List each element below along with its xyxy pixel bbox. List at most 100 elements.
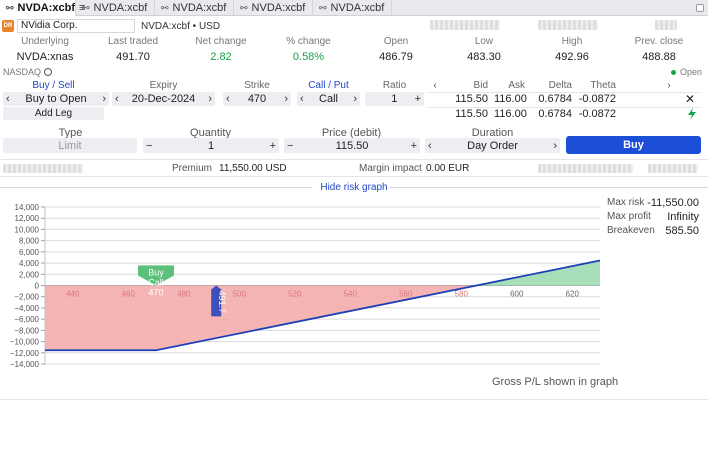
divider xyxy=(0,159,708,160)
breakeven-label: Breakeven xyxy=(607,225,655,236)
chevron-right-icon[interactable]: › xyxy=(284,93,288,105)
tab-nvda-5[interactable]: ⚯ NVDA:xcbf xyxy=(313,0,392,16)
chevron-right-icon[interactable]: › xyxy=(353,93,357,105)
premium-label: Premium xyxy=(172,163,213,174)
price-marker-label: 491.7 xyxy=(217,291,227,314)
quote-header: Last traded xyxy=(107,36,159,47)
max-profit-value: Infinity xyxy=(667,211,699,223)
net-change-value: 2.82 xyxy=(210,51,232,63)
tab-nvda-1[interactable]: ⚯ NVDA:xcbf ≡ xyxy=(0,0,85,16)
tab-label: NVDA:xcbf xyxy=(330,2,385,14)
buy-button[interactable]: Buy xyxy=(566,136,701,154)
chevron-right-icon[interactable]: › xyxy=(102,93,106,105)
window-control-icon[interactable] xyxy=(696,4,704,12)
status-dot-icon xyxy=(670,70,676,75)
chevron-right-icon[interactable]: › xyxy=(208,93,212,105)
strike-marker-label: Buy xyxy=(148,267,164,277)
margin-impact-value: 0.00 EUR xyxy=(426,163,470,174)
quote-header: High xyxy=(561,36,583,47)
tab-nvda-2[interactable]: ⚯ NVDA:xcbf xyxy=(76,0,155,16)
underlying-link[interactable]: NVDA:xnas xyxy=(0,51,90,65)
quote-header: Underlying xyxy=(21,36,69,47)
y-tick-label: 12,000 xyxy=(15,214,40,223)
total-ask: 116.00 xyxy=(494,108,527,120)
x-tick-label: 580 xyxy=(455,290,469,299)
price-stepper[interactable]: −115.50 + xyxy=(284,138,420,153)
options-chain-icon: ⚯ xyxy=(161,2,169,13)
x-tick-label: 500 xyxy=(233,290,247,299)
chevron-right-icon[interactable]: › xyxy=(553,140,557,152)
redacted-info xyxy=(538,20,598,30)
order-type-select[interactable]: Limit xyxy=(3,138,137,153)
plus-icon[interactable]: + xyxy=(411,140,417,152)
add-leg-button[interactable]: Add Leg xyxy=(3,107,104,120)
risk-graph: 14,000 12,000 10,000 8,000 6,000 4,000 2,000 0 −… xyxy=(10,203,601,369)
expiry-stepper[interactable]: ‹ 20-Dec-2024 › xyxy=(112,92,215,106)
order-type-value: Limit xyxy=(58,139,82,152)
divider xyxy=(0,399,708,400)
divider xyxy=(0,176,708,177)
buy-sell-value: Buy to Open xyxy=(25,93,87,105)
quote-header: Prev. close xyxy=(634,36,684,47)
leg-header-row: Buy / Sell Expiry Strike Call / Put Rati… xyxy=(0,80,708,92)
options-chain-icon: ⚯ xyxy=(240,2,248,13)
instrument-search-input[interactable]: NVidia Corp. xyxy=(17,19,135,33)
y-tick-label: −12,000 xyxy=(10,349,40,358)
x-tick-label: 480 xyxy=(177,290,191,299)
market-status-text: Open xyxy=(679,67,702,77)
quote-header: % change xyxy=(286,36,331,47)
pct-change-value: 0.58% xyxy=(292,51,325,63)
leg-header-call-put: Call / Put xyxy=(308,80,349,91)
call-put-stepper[interactable]: ‹ Call › xyxy=(297,92,360,106)
y-tick-label: −14,000 xyxy=(10,360,40,369)
remove-leg-close-icon[interactable]: ✕ xyxy=(683,92,697,106)
max-risk-value: -11,550.00 xyxy=(647,197,699,209)
max-profit-label: Max profit xyxy=(607,211,651,222)
y-tick-label: −4,000 xyxy=(14,304,39,313)
duration-stepper[interactable]: ‹ Day Order › xyxy=(425,138,560,153)
options-chain-icon: ⚯ xyxy=(82,2,90,13)
tab-nvda-4[interactable]: ⚯ NVDA:xcbf xyxy=(234,0,313,16)
scroll-right-icon[interactable]: › xyxy=(662,80,676,91)
strike-stepper[interactable]: ‹ 470 › xyxy=(223,92,291,106)
leg-header-ask: Ask xyxy=(508,80,525,91)
plus-icon[interactable]: + xyxy=(415,93,421,105)
y-tick-label: −8,000 xyxy=(14,326,39,335)
total-delta: 0.6784 xyxy=(538,108,572,120)
leg-header-buy-sell: Buy / Sell xyxy=(32,80,75,91)
quote-value-row: NVDA:xnas 491.70 2.82 0.58% 486.79 483.3… xyxy=(0,51,708,65)
call-put-value: Call xyxy=(319,93,338,105)
y-tick-label: 4,000 xyxy=(19,259,40,268)
max-risk-row: Max risk -11,550.00 xyxy=(607,196,699,210)
buy-sell-stepper[interactable]: ‹ Buy to Open › xyxy=(3,92,109,106)
redacted-info xyxy=(648,164,698,173)
leg-header-strike: Strike xyxy=(244,80,270,91)
y-tick-label: 6,000 xyxy=(19,248,40,257)
x-tick-label: 520 xyxy=(288,290,302,299)
plus-icon[interactable]: + xyxy=(270,140,276,152)
last-traded-value: 491.70 xyxy=(116,51,150,63)
instrument-symbol: NVDA:xcbf • USD xyxy=(141,20,221,32)
lightning-icon[interactable] xyxy=(685,108,699,122)
tab-label: NVDA:xcbf xyxy=(17,2,75,14)
risk-stats: Max risk -11,550.00 Max profit Infinity Br… xyxy=(607,196,699,238)
options-chain-icon: ⚯ xyxy=(6,2,14,13)
lightning-icon-svg xyxy=(688,108,696,120)
broker-logo: DR xyxy=(2,20,14,32)
x-tick-label: 620 xyxy=(566,290,580,299)
leg-header-ratio: Ratio xyxy=(382,80,407,91)
ratio-stepper[interactable]: 1 + xyxy=(365,92,424,106)
scroll-left-icon[interactable]: ‹ xyxy=(428,80,442,91)
redacted-info xyxy=(538,164,633,173)
leg-ask: 116.00 xyxy=(494,93,527,105)
y-tick-label: −10,000 xyxy=(10,338,40,347)
quote-header: Net change xyxy=(195,36,247,47)
leg-bid: 115.50 xyxy=(455,93,488,105)
y-tick-label: 0 xyxy=(35,282,40,291)
quantity-stepper[interactable]: −1 + xyxy=(143,138,279,153)
tab-nvda-3[interactable]: ⚯ NVDA:xcbf xyxy=(155,0,234,16)
breakeven-row: Breakeven 585.50 xyxy=(607,224,699,238)
leg-header-expiry: Expiry xyxy=(149,80,178,91)
y-tick-label: 2,000 xyxy=(19,270,40,279)
leg-header-theta: Theta xyxy=(590,80,616,91)
